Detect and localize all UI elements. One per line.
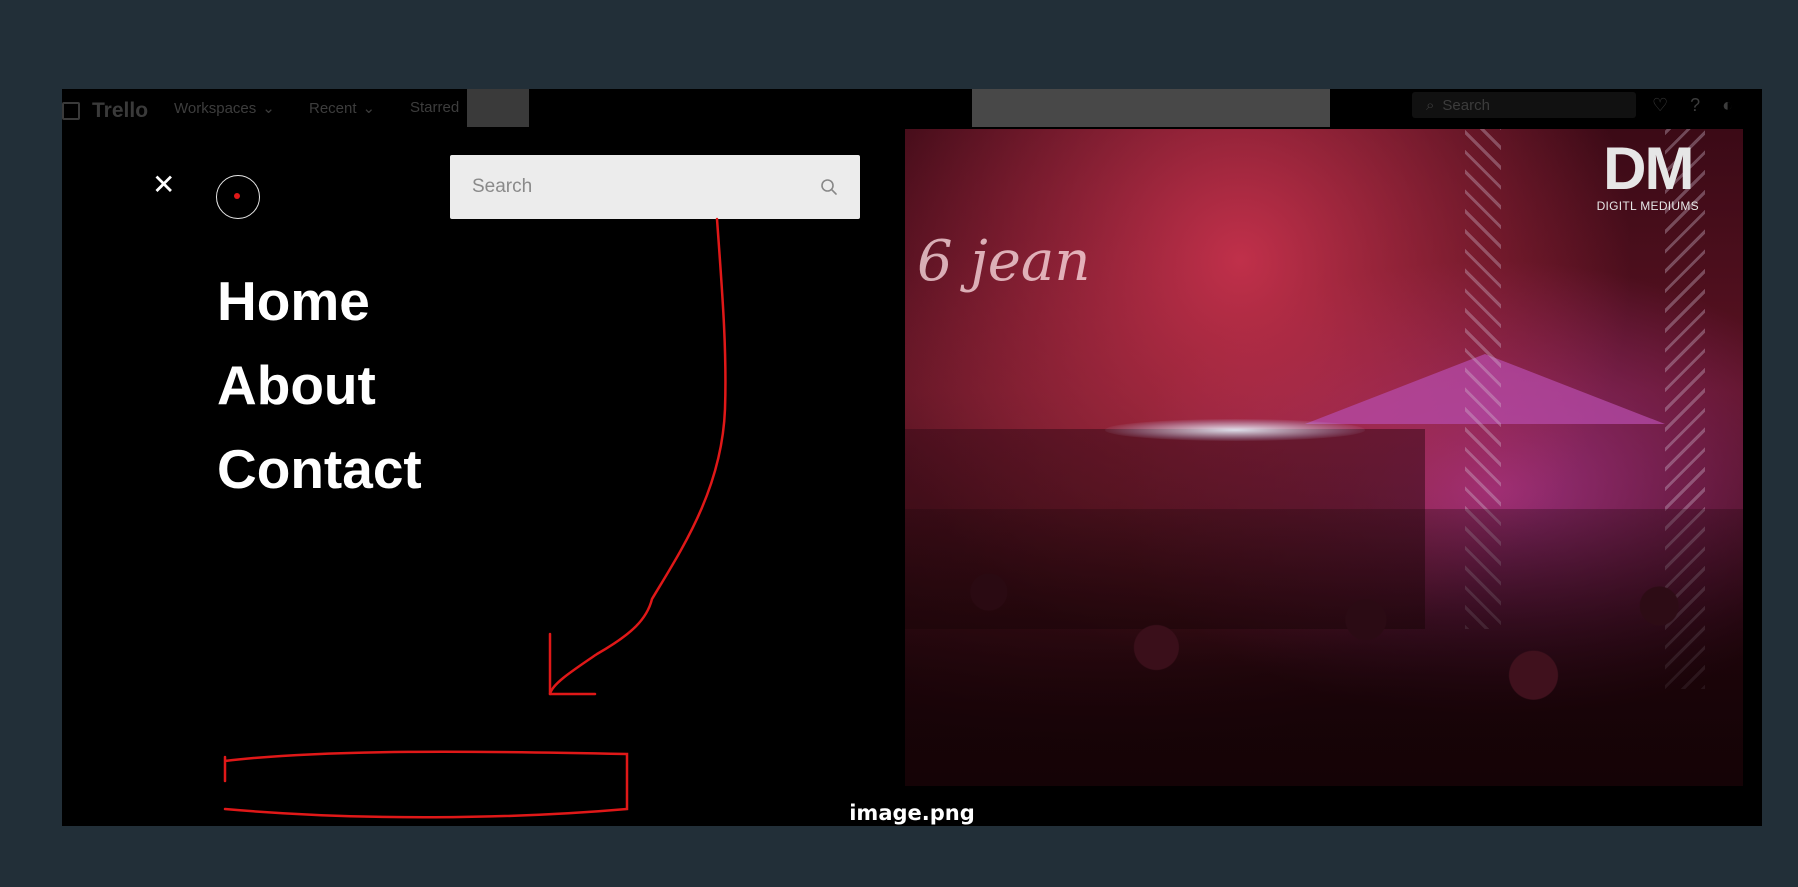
concert-photo: 6 jean DM DIGITL MEDIUMS: [905, 129, 1743, 786]
trello-topbar: Trello Workspaces ⌄ Recent ⌄ Starred ⌕ S…: [62, 89, 1762, 127]
photo-crowd: [905, 509, 1743, 786]
trello-logo-text: Trello: [92, 99, 149, 122]
topbar-search-placeholder: Search: [1442, 96, 1490, 114]
main-nav: Home About Contact: [217, 259, 422, 511]
image-caption: image.png: [849, 801, 975, 825]
watermark-logo: DM: [1603, 135, 1694, 202]
trello-logo-icon: [62, 102, 80, 120]
photo-script-text: 6 jean: [917, 229, 1091, 294]
menu-search-input[interactable]: [450, 155, 810, 219]
topbar-icons: ♡ ? ◐: [1652, 95, 1733, 116]
theme-toggle-icon[interactable]: ◐: [1722, 95, 1733, 116]
starred-label: Starred: [410, 99, 460, 116]
nav-link-contact[interactable]: Contact: [217, 427, 422, 511]
annotation-arrow: [548, 217, 727, 696]
nav-link-about[interactable]: About: [217, 343, 422, 427]
screenshot-frame: Trello Workspaces ⌄ Recent ⌄ Starred ⌕ S…: [62, 89, 1762, 826]
photo-light-beam: [1105, 419, 1365, 441]
bell-icon[interactable]: ♡: [1652, 95, 1668, 116]
close-menu-button[interactable]: ✕: [152, 171, 175, 199]
topbar-center-block: [972, 89, 1330, 127]
menu-search-box[interactable]: [450, 155, 860, 219]
annotation-arrowhead: [548, 632, 597, 696]
watermark-caption: DIGITL MEDIUMS: [1596, 199, 1699, 213]
search-icon: ⌕: [1426, 96, 1435, 114]
recent-menu[interactable]: Recent ⌄: [309, 99, 376, 118]
topbar-search-input[interactable]: ⌕ Search: [1412, 92, 1636, 118]
chevron-down-icon: ⌄: [262, 100, 275, 117]
starred-menu[interactable]: Starred: [410, 99, 459, 116]
recent-label: Recent: [309, 99, 357, 117]
site-logo[interactable]: [216, 175, 260, 219]
help-icon[interactable]: ?: [1690, 95, 1700, 116]
nav-link-home[interactable]: Home: [217, 259, 422, 343]
create-button[interactable]: [467, 89, 529, 127]
workspaces-label: Workspaces: [174, 99, 257, 117]
chevron-down-icon: ⌄: [362, 100, 376, 117]
workspaces-menu[interactable]: Workspaces ⌄: [174, 99, 275, 118]
dm-watermark: DM DIGITL MEDIUMS: [1596, 135, 1699, 214]
search-icon[interactable]: [820, 178, 838, 196]
trello-logo[interactable]: Trello: [62, 99, 148, 123]
logo-dot-icon: [234, 193, 240, 199]
